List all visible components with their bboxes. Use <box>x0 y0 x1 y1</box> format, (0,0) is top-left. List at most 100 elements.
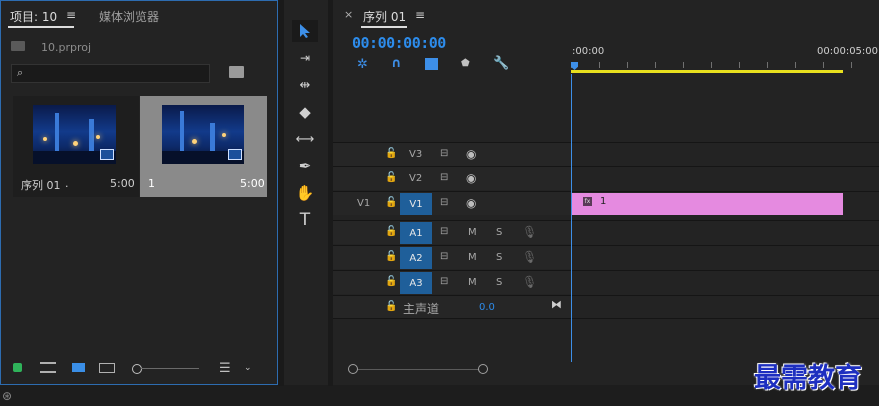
time-ruler[interactable]: :00:00 00:00:05:00 <box>571 28 879 78</box>
solo-button[interactable]: S <box>496 277 502 288</box>
zoom-scrollbar-right-handle[interactable] <box>478 364 488 374</box>
track-target-v1[interactable]: V1 <box>400 193 432 215</box>
panel-divider[interactable] <box>328 0 333 386</box>
audio-expand-icon[interactable]: ⧓ <box>551 298 562 311</box>
ruler-end-label: 00:00:05:00 <box>817 46 879 57</box>
microphone-icon[interactable]: 🎙 <box>522 250 537 264</box>
video-clip[interactable]: fx 1 <box>572 193 843 215</box>
track-label: A1 <box>409 227 423 239</box>
track-lock-icon[interactable]: 🔓 <box>385 226 397 237</box>
mute-button[interactable]: M <box>468 227 477 238</box>
track-lock-icon[interactable]: 🔓 <box>385 172 397 183</box>
mute-button[interactable]: M <box>468 277 477 288</box>
item-name: 1 <box>148 177 155 190</box>
creative-cloud-icon[interactable]: ⊛ <box>2 389 12 403</box>
master-volume-value[interactable]: 0.0 <box>479 302 495 313</box>
sync-lock-icon[interactable]: ⊟ <box>440 226 448 237</box>
search-input[interactable]: ⌕ <box>11 64 210 83</box>
wrench-icon[interactable]: 🔧 <box>493 56 509 71</box>
zoom-slider-handle[interactable] <box>132 364 142 374</box>
panel-menu-icon[interactable]: ≡ <box>415 8 425 22</box>
razor-icon: ◆ <box>299 103 311 121</box>
panel-divider[interactable] <box>278 0 284 386</box>
playhead-line[interactable] <box>571 74 572 362</box>
solo-button[interactable]: S <box>496 252 502 263</box>
track-target-a2[interactable]: A2 <box>400 247 432 269</box>
track-label: V2 <box>409 173 423 184</box>
freeform-view-icon[interactable] <box>99 363 115 373</box>
type-icon: T <box>299 210 311 230</box>
project-item-clip[interactable]: 1 5:00 <box>140 96 267 197</box>
panel-menu-icon[interactable]: ≡ <box>66 8 76 22</box>
track-target-a3[interactable]: A3 <box>400 272 432 294</box>
source-patch-label[interactable]: V1 <box>357 198 370 209</box>
active-tab-underline <box>361 26 407 28</box>
tab-media-browser[interactable]: 媒体浏览器 <box>99 8 159 25</box>
icon-view-icon[interactable] <box>72 363 85 372</box>
microphone-icon[interactable]: 🎙 <box>522 225 537 239</box>
mute-button[interactable]: M <box>468 252 477 263</box>
razor-tool[interactable]: ◆ <box>292 101 318 123</box>
hand-icon: ✋ <box>295 184 315 202</box>
snap-icon[interactable]: ∩ <box>391 56 402 71</box>
item-name: 序列 01 <box>21 179 61 192</box>
zoom-scrollbar-left-handle[interactable] <box>348 364 358 374</box>
chevron-down-icon[interactable]: ⌄ <box>244 363 252 373</box>
item-dots: . <box>65 177 69 190</box>
track-lock-icon[interactable]: 🔓 <box>385 197 397 208</box>
track-row-v3: 🔓 V3 ⊟ ◉ <box>333 142 879 166</box>
linked-selection-icon[interactable] <box>425 58 438 70</box>
track-row-master: 🔓 主声道 0.0 ⧓ <box>333 295 879 319</box>
sort-icon[interactable]: ☰ <box>219 361 231 376</box>
watermark-logo: 最需教育 <box>754 363 862 394</box>
project-item-sequence[interactable]: 序列 01 . 5:00 <box>13 96 139 197</box>
ripple-edit-tool[interactable]: ⇹ <box>292 74 318 96</box>
sync-lock-icon[interactable]: ⊟ <box>440 172 448 183</box>
playhead-handle[interactable] <box>571 62 578 70</box>
zoom-slider-track[interactable] <box>141 368 199 369</box>
new-bin-icon[interactable] <box>229 66 244 78</box>
type-tool[interactable]: T <box>292 209 318 231</box>
hand-tool[interactable]: ✋ <box>292 182 318 204</box>
close-tab-icon[interactable]: × <box>344 8 353 21</box>
lock-icon[interactable] <box>13 363 22 372</box>
track-lock-icon[interactable]: 🔓 <box>385 276 397 287</box>
track-row-v2: 🔓 V2 ⊟ ◉ <box>333 166 879 190</box>
pen-tool[interactable]: ✒ <box>292 155 318 177</box>
sync-lock-icon[interactable]: ⊟ <box>440 251 448 262</box>
work-area-bar[interactable] <box>571 70 843 73</box>
sync-lock-icon[interactable]: ⊟ <box>440 197 448 208</box>
nest-icon[interactable]: ✲ <box>357 57 368 72</box>
track-select-tool[interactable]: ⇥ <box>292 47 318 69</box>
track-lock-icon[interactable]: 🔓 <box>385 148 397 159</box>
playhead-timecode[interactable]: 00:00:00:00 <box>352 34 446 52</box>
track-lock-icon[interactable]: 🔓 <box>385 251 397 262</box>
solo-button[interactable]: S <box>496 227 502 238</box>
timeline-panel: × 序列 01 ≡ 00:00:00:00 ✲ ∩ ⬟ 🔧 :00:00 00:… <box>333 0 879 385</box>
project-panel: 项目: 10 ≡ 媒体浏览器 10.prproj ⌕ 序列 01 . 5:00 <box>0 0 278 385</box>
sequence-badge-icon <box>100 149 114 160</box>
sequence-tab-title[interactable]: 序列 01 <box>363 8 406 25</box>
eye-icon[interactable]: ◉ <box>466 196 476 210</box>
microphone-icon[interactable]: 🎙 <box>522 275 537 289</box>
status-bar: ⊛ <box>0 388 879 406</box>
slip-icon: ⟷ <box>295 131 315 147</box>
pen-icon: ✒ <box>298 157 312 175</box>
track-target-a1[interactable]: A1 <box>400 222 432 244</box>
track-row-v1: V1 🔓 V1 ⊟ ◉ fx 1 <box>333 191 879 215</box>
eye-icon[interactable]: ◉ <box>466 147 476 161</box>
zoom-scrollbar-track[interactable] <box>353 369 483 370</box>
ruler-start-label: :00:00 <box>572 46 605 57</box>
tab-project[interactable]: 项目: 10 <box>10 8 57 25</box>
eye-icon[interactable]: ◉ <box>466 171 476 185</box>
item-duration: 5:00 <box>240 177 265 190</box>
clip-thumbnail <box>162 105 244 164</box>
selection-tool[interactable] <box>292 20 318 42</box>
list-view-icon[interactable] <box>40 362 56 373</box>
track-row-a3: 🔓 A3 ⊟ M S 🎙 <box>333 270 879 294</box>
marker-icon[interactable]: ⬟ <box>461 58 470 69</box>
track-lock-icon[interactable]: 🔓 <box>385 301 397 312</box>
slip-tool[interactable]: ⟷ <box>292 128 318 150</box>
sync-lock-icon[interactable]: ⊟ <box>440 148 448 159</box>
sync-lock-icon[interactable]: ⊟ <box>440 276 448 287</box>
